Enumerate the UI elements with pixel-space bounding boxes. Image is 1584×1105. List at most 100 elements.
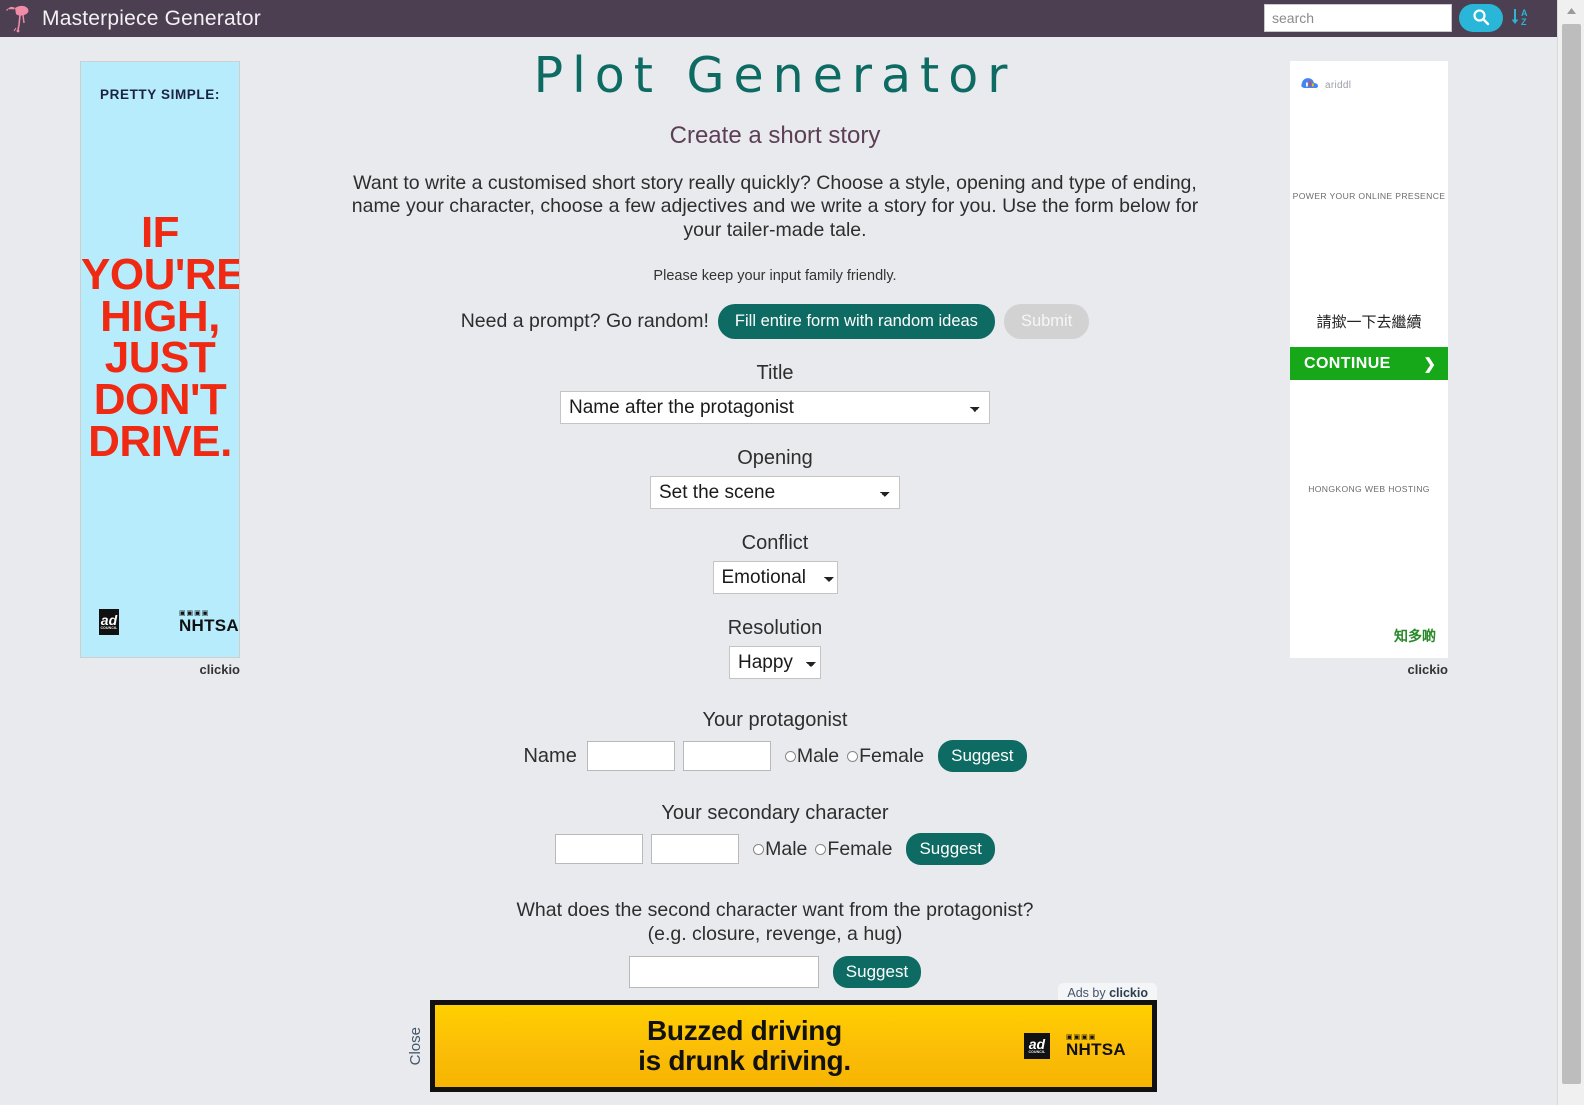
bottom-ad-line1: Buzzed driving bbox=[647, 1014, 842, 1046]
ad-council-top: ad bbox=[100, 612, 118, 629]
family-friendly-note: Please keep your input family friendly. bbox=[653, 268, 897, 285]
continue-button[interactable]: CONTINUE ❯ bbox=[1290, 347, 1448, 380]
bottom-ad-logos: ad COUNCIL ▣▣▣▣ NHTSA bbox=[1023, 1033, 1152, 1059]
main-content: Plot Generator Create a short story Want… bbox=[250, 40, 1300, 988]
page-subtitle: Create a short story bbox=[669, 122, 881, 149]
sort-alpha-icon: A Z bbox=[1510, 6, 1530, 31]
protagonist-female-radio[interactable] bbox=[847, 750, 859, 762]
right-ad-tagline-1: POWER YOUR ONLINE PRESENCE bbox=[1292, 191, 1446, 201]
protagonist-male-radio[interactable] bbox=[784, 750, 796, 762]
left-ad-line: JUST bbox=[104, 333, 216, 383]
opening-label: Opening bbox=[737, 447, 813, 470]
svg-text:Z: Z bbox=[1521, 17, 1527, 27]
flamingo-logo-icon bbox=[6, 4, 40, 34]
right-ad-attribution: clickio bbox=[1407, 662, 1448, 677]
continue-label: CONTINUE bbox=[1304, 354, 1391, 372]
search-button[interactable] bbox=[1459, 4, 1503, 32]
secondary-female-label[interactable]: Female bbox=[827, 838, 892, 861]
ad-council-logo: ad COUNCIL bbox=[99, 609, 119, 635]
nhtsa-text: NHTSA bbox=[1065, 1040, 1126, 1059]
protagonist-suggest-button[interactable]: Suggest bbox=[938, 740, 1027, 773]
cloud-logo-icon bbox=[1300, 75, 1320, 95]
protagonist-female-option[interactable]: Female bbox=[847, 745, 924, 768]
random-prompt-label: Need a prompt? Go random! bbox=[460, 310, 709, 333]
secondary-suggest-button[interactable]: Suggest bbox=[906, 833, 995, 866]
conflict-select[interactable]: Emotional bbox=[712, 561, 838, 595]
secondary-first-name-input[interactable] bbox=[555, 834, 644, 865]
ad-council-top: ad bbox=[1028, 1036, 1046, 1053]
submit-button[interactable]: Submit bbox=[1003, 304, 1090, 340]
ad-council-bottom: COUNCIL bbox=[1028, 1050, 1046, 1055]
right-ad-creative[interactable]: ariddl POWER YOUR ONLINE PRESENCE 請撳一下去繼… bbox=[1290, 61, 1448, 658]
protagonist-name-label: Name bbox=[523, 744, 577, 767]
sort-alpha-button[interactable]: A Z bbox=[1510, 6, 1530, 31]
secondary-male-radio[interactable] bbox=[753, 843, 765, 855]
protagonist-male-option[interactable]: Male bbox=[784, 745, 839, 768]
bottom-ad-text: Buzzed driving is drunk driving. bbox=[435, 1014, 1024, 1076]
want-question-line2: (e.g. closure, revenge, a hug) bbox=[647, 922, 903, 945]
title-label: Title bbox=[756, 362, 794, 385]
bottom-ad-line2: is drunk driving. bbox=[638, 1045, 851, 1076]
protagonist-male-label[interactable]: Male bbox=[797, 745, 839, 768]
conflict-label: Conflict bbox=[741, 532, 809, 555]
opening-select[interactable]: Set the scene bbox=[650, 476, 900, 510]
secondary-female-radio[interactable] bbox=[815, 843, 827, 855]
protagonist-heading: Your protagonist bbox=[702, 709, 848, 732]
ad-council-logo: ad COUNCIL bbox=[1023, 1033, 1050, 1059]
left-ad-logos: ad COUNCIL ▣▣▣▣ NHTSA bbox=[81, 609, 239, 635]
protagonist-last-name-input[interactable] bbox=[682, 741, 771, 772]
want-input[interactable] bbox=[628, 955, 819, 988]
left-ad-line: DRIVE. bbox=[88, 416, 232, 466]
scrollbar-thumb[interactable] bbox=[1562, 24, 1581, 1084]
page-scrollbar[interactable] bbox=[1557, 0, 1584, 1105]
ariddl-brand: ariddl bbox=[1300, 75, 1351, 95]
ads-by-brand: clickio bbox=[1109, 986, 1148, 1000]
bottom-ad-creative[interactable]: Buzzed driving is drunk driving. ad COUN… bbox=[430, 1000, 1157, 1092]
protagonist-row: Name Male Female Suggest bbox=[250, 740, 1300, 773]
secondary-male-option[interactable]: Male bbox=[753, 838, 807, 861]
fill-random-button[interactable]: Fill entire form with random ideas bbox=[717, 304, 995, 340]
protagonist-female-label[interactable]: Female bbox=[859, 745, 924, 768]
want-question-line1: What does the second character want from… bbox=[516, 899, 1034, 922]
resolution-label: Resolution bbox=[727, 617, 823, 640]
secondary-gender-group: Male Female bbox=[753, 838, 892, 861]
search-icon bbox=[1472, 8, 1490, 29]
bottom-ad-inner: Buzzed driving is drunk driving. ad COUN… bbox=[435, 1005, 1152, 1087]
left-ad-slot[interactable]: PRETTY SIMPLE: IF YOU'RE HIGH, JUST DON'… bbox=[80, 61, 240, 677]
protagonist-first-name-input[interactable] bbox=[586, 741, 675, 772]
secondary-row: Male Female Suggest bbox=[250, 833, 1300, 866]
intro-paragraph: Want to write a customised short story r… bbox=[351, 172, 1199, 241]
right-ad-tagline-2: HONGKONG WEB HOSTING bbox=[1308, 484, 1430, 494]
left-ad-line: YOU'RE bbox=[81, 249, 240, 299]
left-ad-attribution: clickio bbox=[199, 662, 240, 677]
secondary-last-name-input[interactable] bbox=[651, 834, 740, 865]
bottom-ad-slot[interactable]: Ads by clickio Close Buzzed driving is d… bbox=[400, 983, 1157, 1105]
ads-by-prefix: Ads by bbox=[1067, 986, 1110, 1000]
left-ad-line: DON'T bbox=[93, 375, 227, 425]
right-ad-slot[interactable]: ariddl POWER YOUR ONLINE PRESENCE 請撳一下去繼… bbox=[1290, 61, 1448, 677]
want-question: What does the second character want from… bbox=[250, 899, 1300, 946]
title-select[interactable]: Name after the protagonist bbox=[560, 391, 990, 425]
search-input[interactable] bbox=[1264, 4, 1452, 32]
left-ad-creative[interactable]: PRETTY SIMPLE: IF YOU'RE HIGH, JUST DON'… bbox=[80, 61, 240, 658]
close-ad-label: Close bbox=[406, 1026, 424, 1066]
chevron-up-icon bbox=[1566, 2, 1577, 20]
nhtsa-logo: ▣▣▣▣ NHTSA bbox=[179, 610, 239, 635]
secondary-male-label[interactable]: Male bbox=[765, 838, 807, 861]
want-suggest-button[interactable]: Suggest bbox=[832, 955, 922, 988]
ariddl-brand-text: ariddl bbox=[1325, 79, 1352, 91]
left-ad-line: IF bbox=[140, 208, 180, 257]
ad-council-bottom: COUNCIL bbox=[100, 626, 118, 631]
resolution-select[interactable]: Happy bbox=[729, 646, 821, 680]
right-ad-cn-more[interactable]: 知多啲 bbox=[1394, 626, 1436, 646]
random-prompt-row: Need a prompt? Go random! Fill entire fo… bbox=[250, 304, 1300, 340]
chevron-right-icon: ❯ bbox=[1423, 355, 1436, 373]
protagonist-gender-group: Male Female bbox=[784, 745, 924, 768]
scroll-up-button[interactable] bbox=[1558, 0, 1584, 22]
brand-title: Masterpiece Generator bbox=[42, 6, 261, 30]
close-ad-button[interactable]: Close bbox=[400, 1000, 430, 1092]
secondary-female-option[interactable]: Female bbox=[815, 838, 892, 861]
right-ad-cn-prompt: 請撳一下去繼續 bbox=[1316, 314, 1422, 331]
nhtsa-text: NHTSA bbox=[178, 616, 239, 635]
brand: Masterpiece Generator bbox=[0, 4, 261, 34]
